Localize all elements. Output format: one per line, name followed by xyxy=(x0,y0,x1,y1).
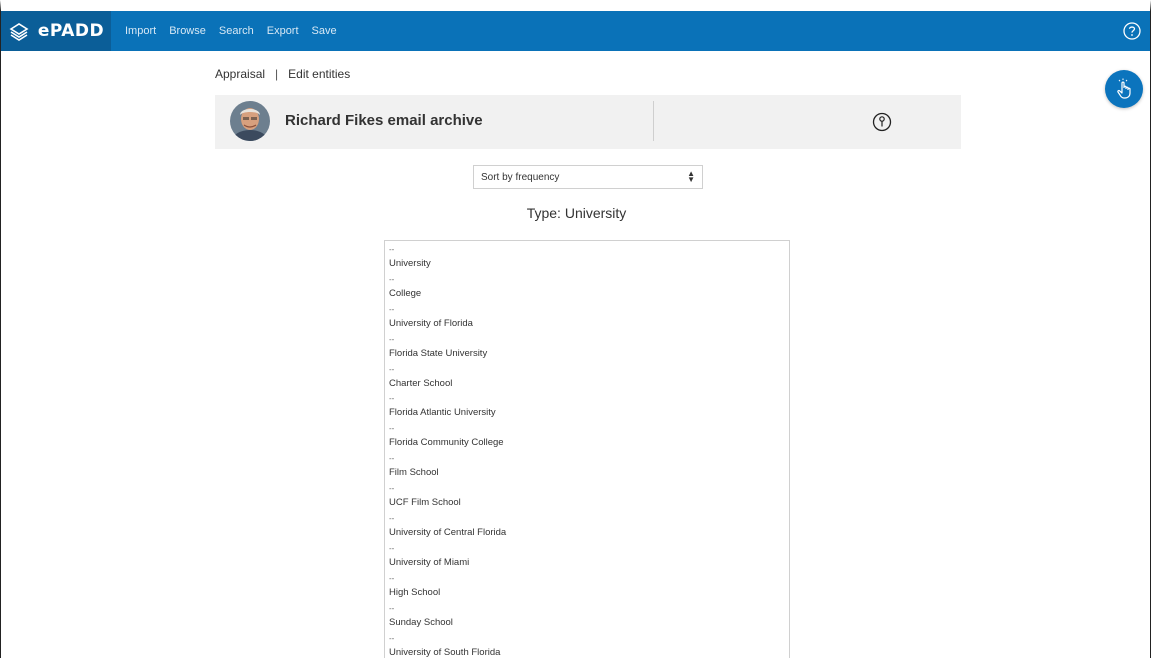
archive-avatar xyxy=(230,101,270,141)
breadcrumb-separator: | xyxy=(275,67,279,81)
help-circle-icon[interactable] xyxy=(872,112,892,132)
brand-text: ePADD xyxy=(37,21,105,41)
entity-list-textarea[interactable]: -- University -- College -- University of Flo… xyxy=(384,240,790,658)
list-item: -- Sunday School xyxy=(389,604,789,634)
archive-header: Richard Fikes email archive xyxy=(215,95,961,149)
help-circle-icon[interactable] xyxy=(1122,21,1142,41)
brand-logo[interactable]: ePADD xyxy=(1,11,111,51)
entity-name: College xyxy=(389,287,422,299)
list-item: -- High School xyxy=(389,574,789,604)
entity-name: UCF Film School xyxy=(389,497,461,509)
top-navbar: ePADD Import Browse Search Export Save xyxy=(1,11,1150,51)
entity-name: University of Florida xyxy=(389,317,473,329)
entity-name: Florida Community College xyxy=(389,437,504,449)
entity-name: High School xyxy=(389,586,441,598)
entity-name: University of South Florida xyxy=(389,646,501,658)
archive-title: Richard Fikes email archive xyxy=(285,112,483,129)
entity-name: Sunday School xyxy=(389,616,453,628)
list-item: -- UCF Film School xyxy=(389,484,789,514)
list-item: -- University of Central Florida xyxy=(389,514,789,544)
list-item: -- Charter School xyxy=(389,365,789,395)
sort-select-value: Sort by frequency xyxy=(481,171,560,183)
list-item: -- Florida Community College xyxy=(389,424,789,454)
list-item: -- College xyxy=(389,275,789,305)
epadd-logo-icon xyxy=(9,23,29,41)
entity-name: University of Central Florida xyxy=(389,527,507,539)
entity-name: University xyxy=(389,258,431,269)
sort-select[interactable]: Sort by frequency ▲ ▼ xyxy=(473,165,703,189)
entity-separator: -- xyxy=(389,603,395,613)
entity-separator: -- xyxy=(389,484,395,494)
entity-name: University of Miami xyxy=(389,556,470,568)
breadcrumb: Appraisal | Edit entities xyxy=(215,67,350,81)
entity-name: Film School xyxy=(389,467,439,479)
breadcrumb-edit-entities: Edit entities xyxy=(288,67,351,81)
hand-pointer-icon xyxy=(1117,78,1131,99)
entity-name: Florida State University xyxy=(389,347,488,359)
list-item: -- University of South Florida xyxy=(389,634,789,658)
entity-separator: -- xyxy=(389,573,395,583)
nav-search[interactable]: Search xyxy=(219,25,254,37)
entity-separator: -- xyxy=(389,543,395,553)
entity-separator: -- xyxy=(389,334,395,344)
list-item: -- Florida State University xyxy=(389,335,789,365)
app-window: ePADD Import Browse Search Export Save A… xyxy=(0,0,1151,658)
entity-separator: -- xyxy=(389,364,395,374)
breadcrumb-appraisal[interactable]: Appraisal xyxy=(215,67,265,81)
list-item: -- Film School xyxy=(389,454,789,484)
entity-separator: -- xyxy=(389,633,395,643)
list-item: -- University xyxy=(389,245,789,275)
entity-separator: -- xyxy=(389,245,395,254)
list-item: -- University of Miami xyxy=(389,544,789,574)
entity-name: Charter School xyxy=(389,377,453,389)
entity-name: Florida Atlantic University xyxy=(389,407,496,419)
entity-separator: -- xyxy=(389,304,395,314)
nav-import[interactable]: Import xyxy=(125,25,156,37)
nav-browse[interactable]: Browse xyxy=(169,25,206,37)
nav-save[interactable]: Save xyxy=(312,25,337,37)
entity-separator: -- xyxy=(389,274,395,284)
list-item: -- University of Florida xyxy=(389,305,789,335)
entity-separator: -- xyxy=(389,424,395,434)
sort-arrows-icon: ▲ ▼ xyxy=(687,169,695,184)
entity-separator: -- xyxy=(389,394,395,404)
entity-separator: -- xyxy=(389,454,395,464)
tour-button[interactable] xyxy=(1105,70,1143,108)
entity-separator: -- xyxy=(389,514,395,524)
type-heading: Type: University xyxy=(526,205,627,221)
header-divider xyxy=(653,101,654,141)
list-item: -- Florida Atlantic University xyxy=(389,394,789,424)
nav-export[interactable]: Export xyxy=(267,25,299,37)
